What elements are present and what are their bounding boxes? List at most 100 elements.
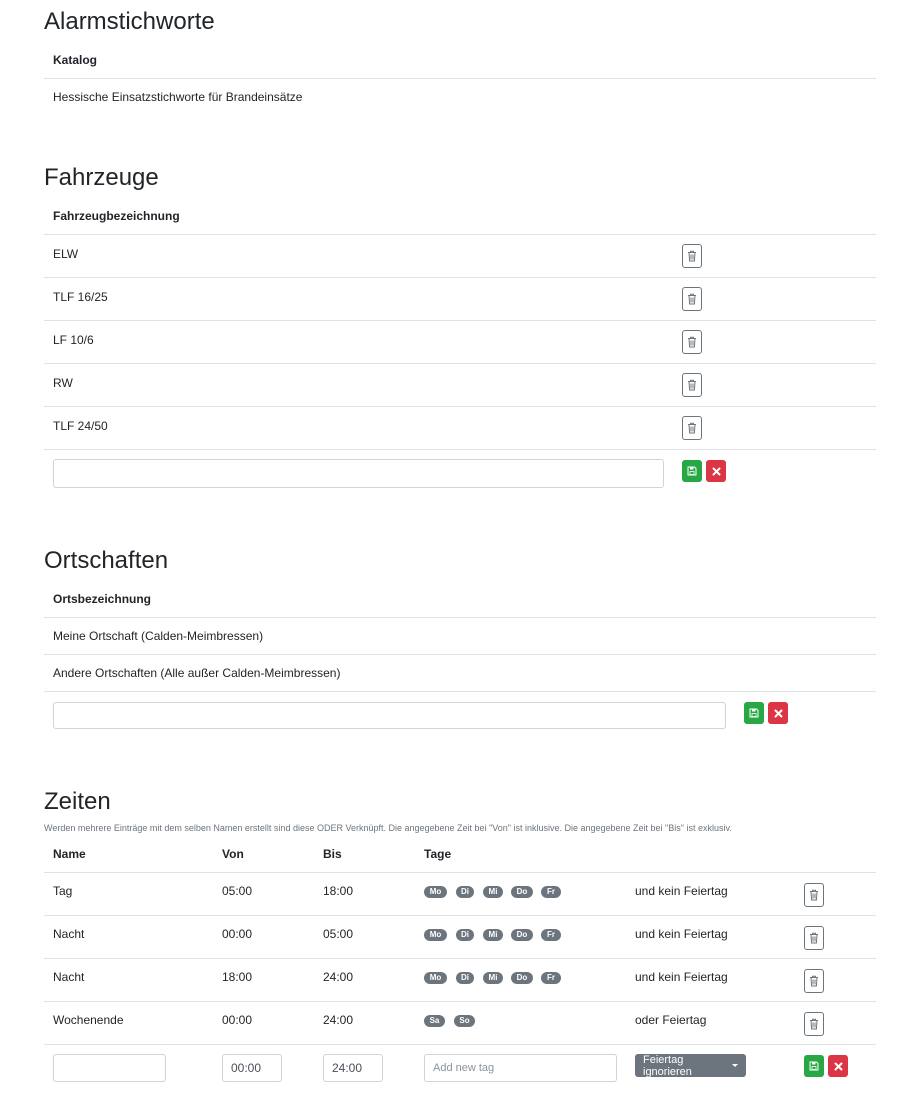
table-row: Tag 05:00 18:00 Mo Di Mi Do Fr und kein … [44,873,876,916]
times-header-from: Von [222,847,244,861]
table-row: Andere Ortschaften (Alle außer Calden-Me… [44,655,876,692]
times-header-days: Tage [424,847,452,861]
trash-icon [810,975,818,987]
time-to: 24:00 [323,1013,354,1027]
day-badge: Mi [483,929,503,941]
cancel-place-button[interactable] [768,702,788,724]
delete-vehicle-button[interactable] [682,373,702,397]
close-icon [712,467,720,475]
day-badge: Di [456,972,474,984]
save-place-button[interactable] [744,702,764,724]
new-time-row: 00:00 24:00 Add new tag Feiertag ignorie… [44,1045,876,1093]
place-name: Meine Ortschaft (Calden-Meimbressen) [53,629,264,643]
time-holiday: oder Feiertag [635,1013,707,1027]
delete-vehicle-button[interactable] [682,244,702,268]
new-time-name-input[interactable] [53,1054,166,1082]
trash-icon [688,336,696,348]
day-badge: Do [511,886,533,898]
vehicles-section-title: Fahrzeuge [44,164,159,191]
day-badge: Mo [424,886,447,898]
new-place-input[interactable] [53,702,726,729]
alarm-catalog-name: Hessische Einsatzstichworte für Brandein… [53,90,303,104]
time-holiday: und kein Feiertag [635,884,728,898]
times-header-name: Name [53,847,86,861]
floppy-icon [749,708,759,718]
trash-icon [688,422,696,434]
time-to: 05:00 [323,927,354,941]
times-header-to: Bis [323,847,342,861]
table-row: ELW [44,235,876,278]
new-time-from-input[interactable]: 00:00 [222,1054,282,1082]
table-row: TLF 24/50 [44,407,876,450]
close-icon [774,709,782,717]
day-badge: Fr [541,929,561,941]
vehicles-header-name: Fahrzeugbezeichnung [53,209,180,223]
time-to: 18:00 [323,884,354,898]
day-badge: Mo [424,972,447,984]
place-name: Andere Ortschaften (Alle außer Calden-Me… [53,666,341,680]
floppy-icon [809,1061,819,1071]
table-row: RW [44,364,876,407]
delete-vehicle-button[interactable] [682,416,702,440]
day-badge: So [454,1015,475,1027]
new-tag-input[interactable]: Add new tag [424,1054,617,1082]
day-badge: Di [456,886,474,898]
holiday-dropdown-label: Feiertag ignorieren [643,1053,692,1078]
day-badge: Do [511,972,533,984]
chevron-down-icon [732,1064,738,1067]
save-time-button[interactable] [804,1055,824,1077]
time-name: Tag [53,884,73,898]
time-from: 00:00 [222,927,253,941]
table-row: Nacht 18:00 24:00 Mo Di Mi Do Fr und kei… [44,959,876,1002]
delete-time-button[interactable] [804,883,824,907]
time-name: Wochenende [53,1013,124,1027]
day-badge: Fr [541,886,561,898]
table-row: Meine Ortschaft (Calden-Meimbressen) [44,618,876,655]
vehicle-name: LF 10/6 [53,333,94,347]
day-badge: Mo [424,929,447,941]
holiday-dropdown[interactable]: Feiertag ignorieren [635,1053,746,1078]
places-table-header: Ortsbezeichnung [44,581,876,618]
trash-icon [688,250,696,262]
delete-time-button[interactable] [804,969,824,993]
table-row: TLF 16/25 [44,278,876,321]
day-badge: Di [456,929,474,941]
delete-vehicle-button[interactable] [682,330,702,354]
trash-icon [688,293,696,305]
time-from: 18:00 [222,970,253,984]
new-time-to-input[interactable]: 24:00 [323,1054,383,1082]
cancel-time-button[interactable] [828,1055,848,1077]
table-row: LF 10/6 [44,321,876,364]
day-badge: Sa [424,1015,445,1027]
delete-vehicle-button[interactable] [682,287,702,311]
trash-icon [810,1018,818,1030]
new-vehicle-input[interactable] [53,459,664,488]
time-name: Nacht [53,970,85,984]
cancel-vehicle-button[interactable] [706,460,726,482]
save-vehicle-button[interactable] [682,460,702,482]
time-from: 00:00 [222,1013,253,1027]
floppy-icon [687,466,697,476]
table-row: Nacht 00:00 05:00 Mo Di Mi Do Fr und kei… [44,916,876,959]
vehicle-name: TLF 16/25 [53,290,108,304]
day-badge: Fr [541,972,561,984]
vehicle-name: TLF 24/50 [53,419,108,433]
day-badge: Mi [483,886,503,898]
trash-icon [810,932,818,944]
close-icon [834,1062,842,1070]
time-name: Nacht [53,927,85,941]
delete-time-button[interactable] [804,926,824,950]
times-table-header: Name Von Bis Tage [44,836,876,873]
time-holiday: und kein Feiertag [635,927,728,941]
page: Alarmstichworte Katalog Hessische Einsat… [0,0,900,1097]
alarm-table-header: Katalog [44,42,876,79]
trash-icon [688,379,696,391]
vehicle-name: ELW [53,247,79,261]
day-badge: Do [511,929,533,941]
times-note: Werden mehrere Einträge mit dem selben N… [44,823,732,833]
delete-time-button[interactable] [804,1012,824,1036]
trash-icon [810,889,818,901]
times-section-title: Zeiten [44,788,111,815]
vehicle-name: RW [53,376,73,390]
alarm-section-title: Alarmstichworte [44,8,215,35]
